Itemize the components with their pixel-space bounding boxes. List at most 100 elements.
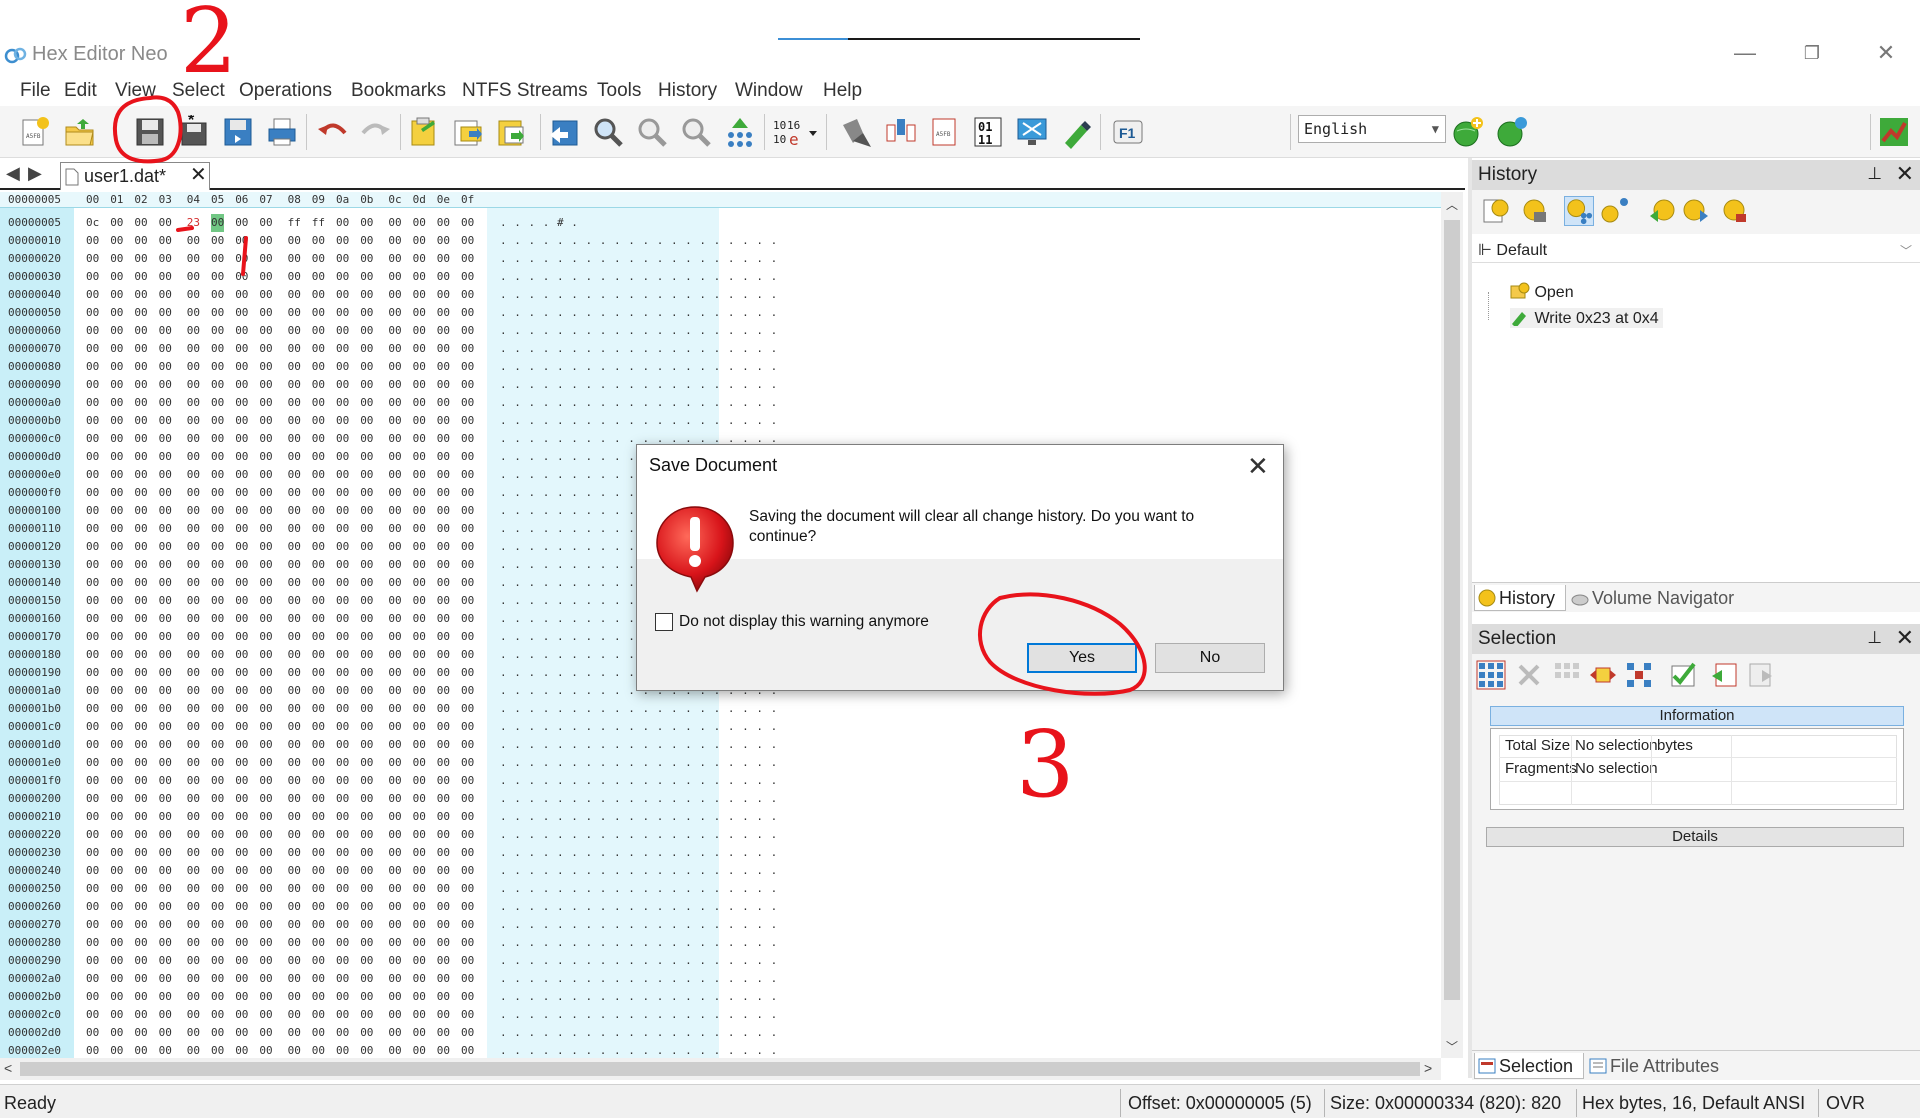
scroll-up-icon[interactable]: ︿ (1446, 196, 1458, 213)
tab-scroll-left-icon[interactable]: ◀ (6, 163, 20, 184)
information-header[interactable]: Information (1490, 706, 1904, 726)
hex-byte: 00 (110, 972, 124, 985)
clear-selection-icon[interactable] (1514, 660, 1544, 690)
tab-file-attributes[interactable]: File Attributes (1586, 1053, 1766, 1079)
goto-icon[interactable] (544, 113, 584, 151)
menu-operations[interactable]: Operations (239, 76, 332, 106)
selection-close-icon[interactable]: ✕ (1896, 625, 1914, 651)
row-offset: 00000240 (8, 864, 61, 877)
history-entry-write[interactable]: Write 0x23 at 0x4 (1510, 308, 1663, 328)
structure-icon[interactable]: A5FB (924, 113, 964, 151)
tab-history[interactable]: History (1474, 585, 1566, 611)
pattern-icon[interactable] (1056, 113, 1096, 151)
tab-user1-dat[interactable]: user1.dat* (60, 162, 210, 190)
save-all-icon[interactable] (218, 113, 258, 151)
redo-icon[interactable] (356, 113, 396, 151)
columns-icon[interactable]: 10 16 10 e (770, 113, 822, 151)
paste-special-icon[interactable] (492, 113, 532, 151)
menu-view[interactable]: View (115, 76, 156, 106)
find-icon[interactable] (588, 113, 628, 151)
hex-byte: 00 (134, 810, 148, 823)
find-next-icon[interactable] (632, 113, 672, 151)
horizontal-scrollbar[interactable]: < > (0, 1058, 1441, 1080)
no-button[interactable]: No (1155, 643, 1265, 673)
help-icon[interactable]: F1 (1108, 113, 1148, 151)
check-selection-icon[interactable] (1668, 660, 1698, 690)
language-select[interactable]: English ▼ (1298, 115, 1446, 143)
hex-byte: 00 (436, 288, 451, 301)
tab-label: History (1499, 588, 1556, 608)
tab-volume-navigator[interactable]: Volume Navigator (1568, 585, 1778, 611)
menu-history[interactable]: History (658, 76, 717, 106)
menu-window[interactable]: Window (735, 76, 803, 106)
history-settings-icon[interactable] (1720, 196, 1750, 226)
do-not-display-label[interactable]: Do not display this warning anymore (679, 613, 929, 631)
find-all-icon[interactable] (720, 113, 760, 151)
menu-tools[interactable]: Tools (597, 76, 641, 106)
history-view-icon[interactable] (1564, 196, 1594, 226)
menu-edit[interactable]: Edit (64, 76, 97, 106)
bytes-icon[interactable]: 01 11 (968, 113, 1008, 151)
selection-grid-icon[interactable] (1624, 660, 1654, 690)
encoding-icon[interactable] (836, 113, 876, 151)
export-selection-icon[interactable] (1744, 660, 1774, 690)
hex-byte: 00 (86, 288, 100, 301)
undo-icon[interactable] (312, 113, 352, 151)
hex-byte: 00 (158, 1044, 172, 1057)
pin-icon[interactable]: ⊥ (1867, 628, 1882, 648)
expand-selection-icon[interactable] (1588, 660, 1618, 690)
pin-icon[interactable]: ⊥ (1867, 164, 1882, 184)
import-selection-icon[interactable] (1710, 660, 1740, 690)
yes-button[interactable]: Yes (1027, 643, 1137, 673)
dialog-close-icon[interactable]: ✕ (1247, 451, 1269, 482)
menu-select[interactable]: Select (172, 76, 225, 106)
history-group[interactable]: ⊩ Default (1478, 240, 1547, 260)
history-clear-icon[interactable] (1520, 196, 1550, 226)
save-as-icon[interactable]: * (175, 113, 215, 151)
history-entry-open[interactable]: Open (1510, 282, 1574, 302)
save-icon[interactable] (130, 113, 170, 151)
globe-icon[interactable] (1492, 113, 1532, 151)
hex-byte: 00 (461, 1044, 475, 1057)
close-button[interactable]: ✕ (1866, 38, 1906, 68)
minimize-button[interactable]: — (1725, 38, 1765, 68)
copy-icon[interactable] (404, 113, 444, 151)
scroll-right-icon[interactable]: > (1424, 1060, 1432, 1076)
chart-icon[interactable] (1874, 113, 1914, 151)
tab-close-icon[interactable]: ✕ (190, 162, 207, 187)
hex-byte: 00 (311, 270, 326, 283)
bits-icon[interactable] (880, 113, 920, 151)
history-branch-icon[interactable] (1600, 196, 1630, 226)
print-icon[interactable] (262, 113, 302, 151)
tab-scroll-right-icon[interactable]: ▶ (28, 163, 42, 184)
restore-button[interactable]: ❐ (1792, 38, 1832, 68)
hex-byte: 00 (134, 360, 148, 373)
find-prev-icon[interactable] (676, 113, 716, 151)
history-forward-icon[interactable] (1680, 196, 1710, 226)
details-header[interactable]: Details (1486, 827, 1904, 847)
scroll-down-icon[interactable]: ﹀ (1446, 1038, 1458, 1055)
chevron-down-icon[interactable]: ﹀ (1900, 242, 1912, 259)
select-all-icon[interactable] (1476, 660, 1506, 690)
paste-icon[interactable] (448, 113, 488, 151)
vertical-scrollbar[interactable]: ︿ ﹀ (1441, 192, 1463, 1058)
menu-help[interactable]: Help (823, 76, 862, 106)
history-close-icon[interactable]: ✕ (1896, 161, 1914, 187)
scroll-left-icon[interactable]: < (4, 1060, 12, 1076)
history-back-icon[interactable] (1648, 196, 1678, 226)
screen-icon[interactable] (1012, 113, 1052, 151)
menu-file[interactable]: File (20, 76, 51, 106)
hex-byte: 00 (134, 540, 148, 553)
hex-byte: 00 (388, 720, 402, 733)
hex-byte: 00 (336, 288, 350, 301)
history-new-icon[interactable] (1480, 196, 1510, 226)
invert-selection-icon[interactable] (1552, 660, 1582, 690)
tab-selection[interactable]: Selection (1474, 1053, 1584, 1079)
new-file-icon[interactable]: A5FB (14, 113, 54, 151)
add-globe-icon[interactable] (1448, 113, 1488, 151)
hex-byte: 00 (110, 846, 124, 859)
menu-bookmarks[interactable]: Bookmarks (351, 76, 446, 106)
menu-ntfs-streams[interactable]: NTFS Streams (462, 76, 588, 106)
do-not-display-checkbox[interactable] (655, 613, 673, 631)
open-file-icon[interactable] (60, 113, 100, 151)
